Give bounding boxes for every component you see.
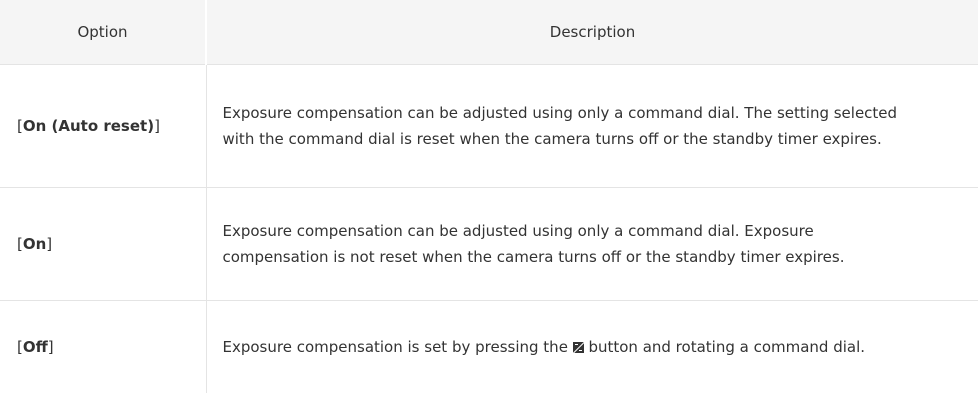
table-header-row: Option Description [0, 0, 978, 65]
settings-table: Option Description [On (Auto reset)] Exp… [0, 0, 978, 393]
exposure-compensation-icon [572, 341, 584, 353]
option-cell: [On] [0, 187, 207, 301]
option-cell: [On (Auto reset)] [0, 64, 207, 188]
description-cell: Exposure compensation is set by pressing… [206, 301, 978, 394]
description-cell: Exposure compensation can be adjusted us… [206, 187, 978, 301]
option-cell: [Off] [0, 300, 207, 393]
description-cell: Exposure compensation can be adjusted us… [206, 64, 978, 188]
bracket-close: ] [46, 234, 53, 253]
description-text-before: Exposure compensation is set by pressing… [222, 337, 573, 356]
option-name: On (Auto reset) [22, 116, 155, 135]
table-row: [Off] Exposure compensation is set by pr… [0, 300, 978, 394]
table-row: [On (Auto reset)] Exposure compensation … [0, 64, 978, 188]
description-text-after: button and rotating a command dial. [583, 337, 866, 356]
option-name: On [22, 234, 47, 253]
option-name: Off [22, 337, 48, 356]
table-body: [On (Auto reset)] Exposure compensation … [0, 64, 978, 394]
bracket-close: ] [47, 337, 54, 356]
option-column-header: Option [0, 0, 207, 65]
bracket-close: ] [154, 116, 160, 135]
table-row: [On] Exposure compensation can be adjust… [0, 187, 978, 301]
description-column-header: Description [206, 0, 978, 65]
table-header: Option Description [0, 0, 978, 65]
